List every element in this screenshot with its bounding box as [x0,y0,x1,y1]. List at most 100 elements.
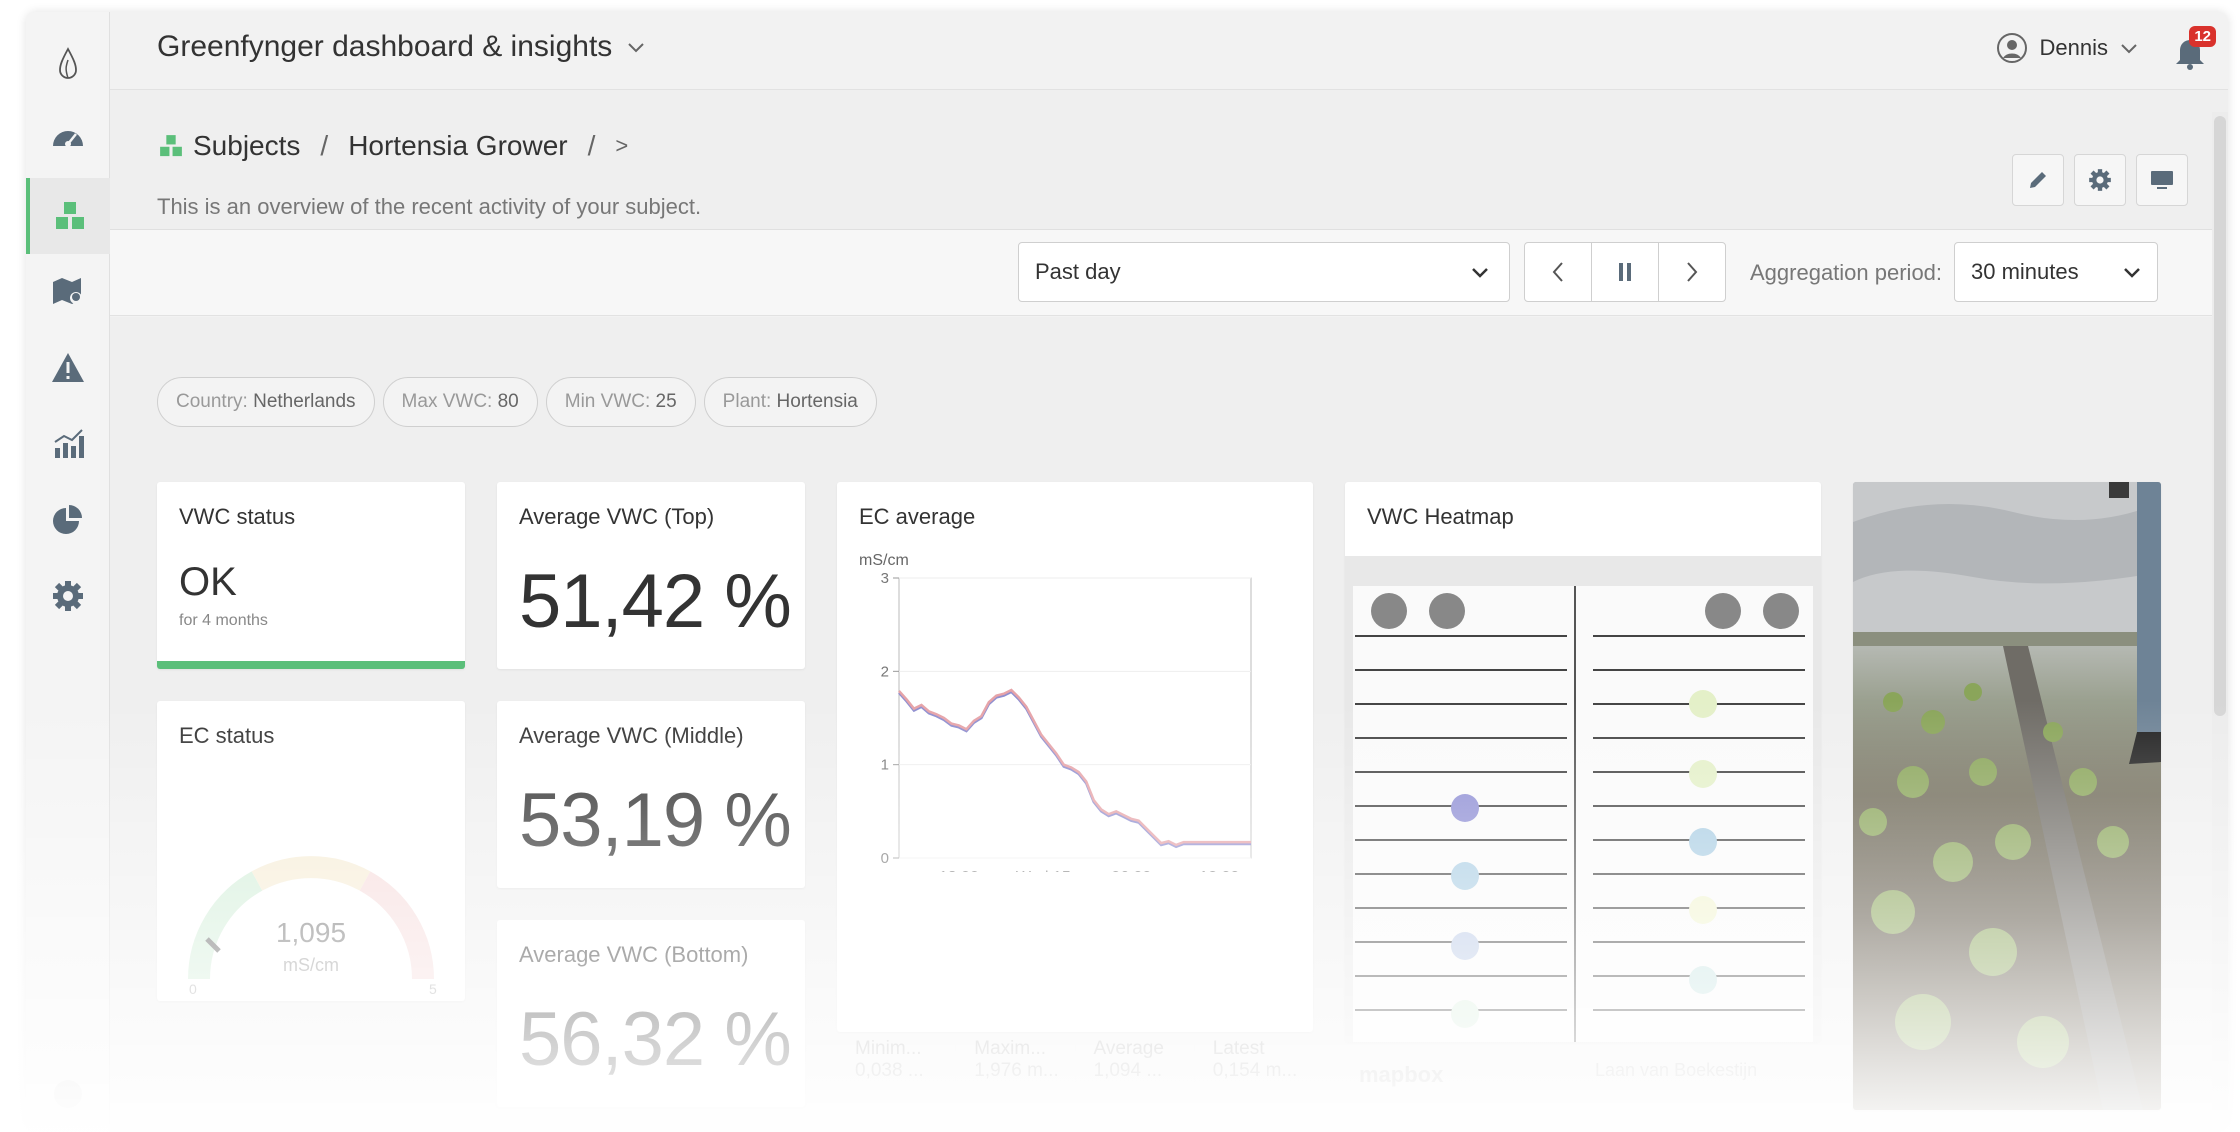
tag-value: Netherlands [253,391,356,412]
monitor-icon [2151,171,2173,189]
card-title: Average VWC (Middle) [519,723,744,748]
app-window: Greenfynger dashboard & insights Dennis … [26,12,2228,1132]
pause-button[interactable] [1592,243,1659,301]
status-value: OK [179,560,237,604]
sidebar-item-dashboard[interactable] [26,100,110,176]
series-line-1 [898,688,1251,847]
y-tick-label: 0 [881,850,889,867]
stat-average: Average 1,094 ... [1076,1038,1195,1082]
heatmap-map[interactable] [1345,556,1821,1042]
dashboard-content: Country: Netherlands Max VWC: 80 Min VWC… [110,317,2228,1132]
stat-label: Average [1093,1038,1164,1059]
sidebar-item-reports[interactable] [26,482,110,558]
time-toolbar: Past day Aggregation period: 30 minutes [110,230,2228,316]
x-tick-label: 06:00 [1111,869,1151,872]
topbar: Greenfynger dashboard & insights Dennis … [110,12,2228,90]
user-menu[interactable]: Dennis [1996,32,2138,64]
stat-max: Maxim... 1,976 m... [956,1038,1076,1082]
stat-label: Maxim... [974,1038,1047,1059]
gauge-max: 5 [429,981,437,997]
sidebar-item-subjects[interactable] [26,178,110,254]
y-tick-label: 1 [881,757,889,774]
user-name: Dennis [2039,35,2108,60]
sidebar [26,12,110,1132]
stat-value: 0,038 ... [855,1060,924,1081]
stat-min: Minim... 0,038 ... [837,1038,957,1082]
stat-value: 0,154 m... [1212,1060,1298,1081]
status-note: for 4 months [179,612,268,629]
tag-key: Plant: [722,391,772,412]
tag-value: 80 [497,391,519,412]
next-period-button[interactable] [1659,243,1725,301]
gear-icon [2089,169,2111,191]
breadcrumb-more[interactable]: > [615,133,628,159]
ec-line-chart: 0 1 2 3 18:00 Wed 15 06:00 12:00 [881,570,1252,872]
mapbox-logo[interactable]: mapbox [1359,1062,1443,1088]
aggregation-select[interactable]: 30 minutes [1954,242,2158,302]
scrollbar-thumb[interactable] [2214,116,2226,716]
x-tick-label: 12:00 [1199,869,1239,872]
sidebar-item-settings[interactable] [26,558,110,634]
subject-header: Subjects / Hortensia Grower / > This is … [110,90,2228,230]
card-title: Average VWC (Bottom) [519,942,749,967]
map-attribution[interactable]: Laan van Boekestijn [1595,1060,1757,1081]
tag-max-vwc[interactable]: Max VWC: 80 [382,377,538,427]
chevron-left-icon [1552,262,1563,282]
map-pin-icon [53,278,82,304]
user-avatar-icon [1996,33,2027,63]
settings-button[interactable] [2074,154,2126,206]
tag-country[interactable]: Country: Netherlands [157,377,375,427]
plot-frame [898,577,1252,859]
pause-icon [1619,263,1631,281]
notifications-button[interactable]: 12 [2172,26,2216,72]
tag-key: Max VWC: [401,391,493,412]
x-tick-label: 18:00 [939,869,979,872]
stat-value: 1,094 ... [1093,1060,1163,1081]
x-tick-label: Wed 15 [1016,869,1071,872]
ec-average-card[interactable]: EC average mS/cm 012318:00Wed 1506:0012:… [837,482,1313,1082]
edit-button[interactable] [2012,154,2064,206]
tag-value: Hortensia [776,391,858,412]
chevron-down-icon [2124,268,2140,278]
subject-photo[interactable] [1853,482,2161,1110]
breadcrumb-subjects[interactable]: Subjects [193,130,300,162]
chevron-down-icon [2121,44,2137,54]
breadcrumb-separator: / [320,130,329,161]
plants-photo-image [1853,482,2161,1110]
time-navigation [1524,242,1726,302]
breadcrumb-separator: / [587,130,596,161]
card-title: EC status [179,723,275,748]
card-title: VWC Heatmap [1367,504,1514,529]
previous-period-button[interactable] [1525,243,1592,301]
avg-vwc-top-card[interactable]: Average VWC (Top) 51,42 % [497,482,805,669]
card-title: VWC status [179,504,296,529]
app-title-dropdown[interactable]: Greenfynger dashboard & insights [157,30,646,64]
vwc-heatmap-card[interactable]: VWC Heatmap mapbox Laan van Boekestijn [1345,482,1821,1087]
sidebar-item-analytics[interactable] [26,406,110,482]
tag-value: 25 [655,391,677,412]
sidebar-help[interactable] [26,1056,110,1132]
sidebar-item-maps[interactable] [26,254,110,330]
sidebar-item-alerts[interactable] [26,330,110,406]
chevron-right-icon [1687,262,1698,282]
period-select[interactable]: Past day [1018,242,1510,302]
card-title: EC average [859,504,976,529]
warning-icon [52,353,84,382]
vwc-status-card[interactable]: VWC status OK for 4 months [157,482,465,669]
page-scrollbar[interactable] [2212,112,2228,1112]
notification-badge: 12 [2189,26,2216,47]
tag-plant[interactable]: Plant: Hortensia [703,377,877,427]
avg-vwc-bottom-card[interactable]: Average VWC (Bottom) 56,32 % [497,920,805,1107]
breadcrumb-subject[interactable]: Hortensia Grower [348,130,567,162]
ec-status-card[interactable]: EC status 1,095 mS/cm 0 5 [157,701,465,1001]
sidebar-logo[interactable] [26,26,110,102]
tag-min-vwc[interactable]: Min VWC: 25 [545,377,696,427]
y-tick-label: 2 [881,663,889,680]
avg-vwc-middle-card[interactable]: Average VWC (Middle) 53,19 % [497,701,805,888]
card-value: 56,32 % [519,997,792,1082]
gear-icon [53,581,83,611]
card-value: 53,19 % [519,778,792,863]
stat-label: Latest [1212,1038,1265,1059]
app-title: Greenfynger dashboard & insights [157,30,613,63]
display-mode-button[interactable] [2136,154,2188,206]
